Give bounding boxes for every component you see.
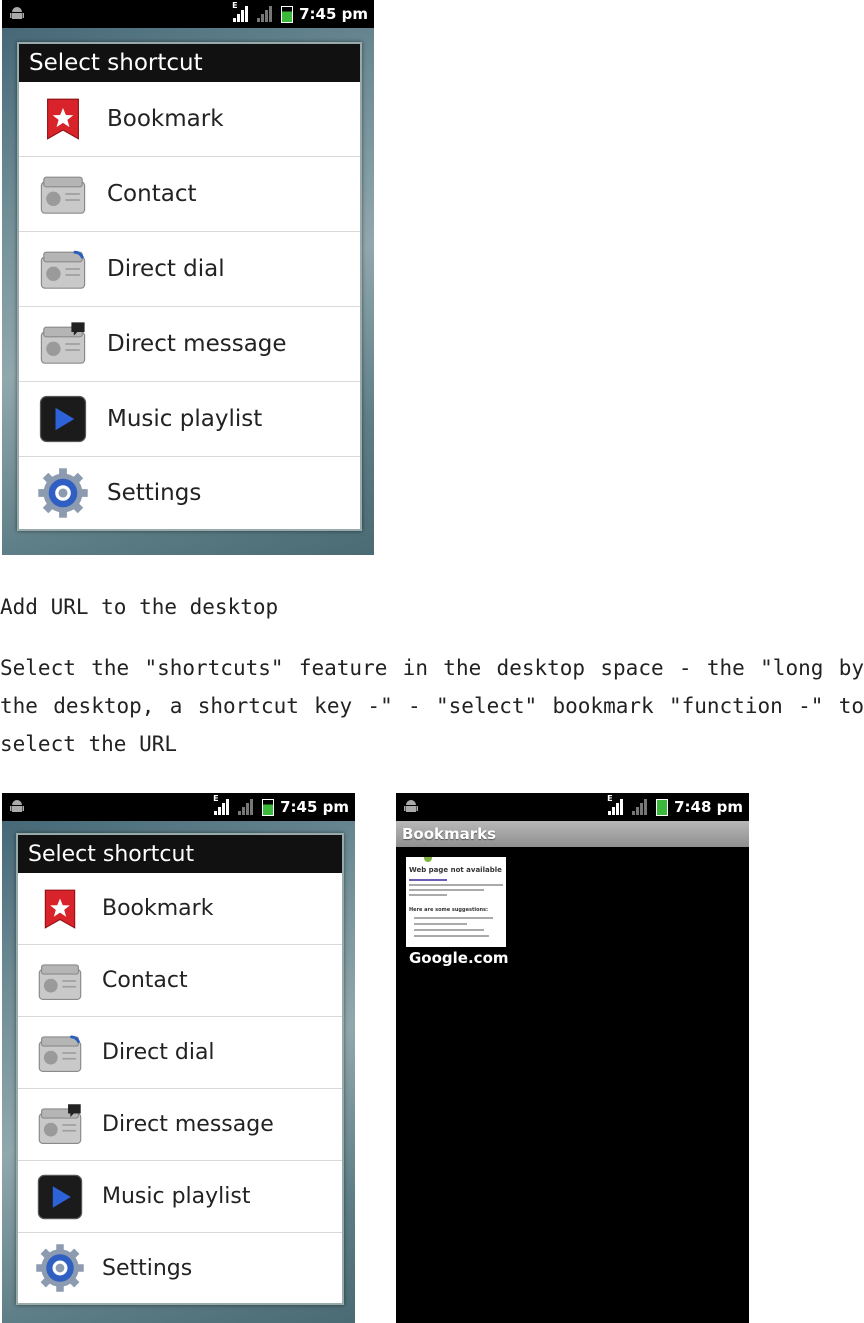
select-shortcut-dialog: Select shortcut Bookmark Contact Direct … [17, 42, 362, 531]
shortcut-item-label: Settings [102, 1255, 193, 1281]
bookmark-icon [44, 889, 76, 928]
shortcut-item-label: Direct message [102, 1112, 274, 1137]
instruction-paragraph: Select the "shortcuts" feature in the de… [0, 656, 864, 756]
shortcut-item-label: Contact [102, 968, 188, 993]
shortcut-item-contact[interactable]: Contact [18, 945, 342, 1017]
shortcut-item-label: Direct dial [102, 1040, 215, 1065]
screenshot-select-shortcut-top: E 7:45 pm Select shortcut Bookmark Conta… [2, 0, 374, 555]
shortcut-item-label: Direct dial [107, 256, 225, 282]
thumbnail-text-lines [409, 879, 503, 899]
shortcut-item-contact[interactable]: Contact [19, 157, 360, 232]
shortcut-item-music-playlist[interactable]: Music playlist [18, 1161, 342, 1233]
battery-icon [281, 5, 294, 23]
shortcut-item-label: Contact [107, 181, 197, 207]
shortcut-item-label: Bookmark [102, 896, 214, 921]
music-playlist-icon [39, 395, 87, 443]
bookmarks-title-bar: Bookmarks [396, 821, 749, 847]
direct-dial-icon [35, 1030, 85, 1076]
direct-dial-icon [37, 245, 89, 293]
contact-icon [38, 963, 82, 1000]
shortcut-item-label: Direct message [107, 331, 287, 357]
status-bar: E 7:48 pm [396, 793, 749, 821]
shortcut-item-direct-message[interactable]: Direct message [18, 1089, 342, 1161]
page-status-icon [424, 857, 432, 862]
shortcut-item-settings[interactable]: Settings [19, 457, 360, 529]
dialog-title: Select shortcut [19, 44, 360, 82]
android-debug-icon [10, 7, 24, 19]
status-time: 7:48 pm [674, 798, 743, 816]
section-heading: Add URL to the desktop [0, 595, 279, 619]
bookmark-icon [47, 98, 79, 140]
direct-message-icon [37, 320, 89, 368]
music-playlist-icon [37, 1174, 83, 1219]
android-debug-icon [404, 800, 418, 812]
signal-secondary-icon [257, 6, 273, 22]
shortcut-item-label: Bookmark [107, 106, 224, 132]
signal-strength-icon: E [213, 794, 230, 815]
bookmark-label[interactable]: Google.com [409, 949, 509, 967]
shortcut-item-bookmark[interactable]: Bookmark [18, 873, 342, 945]
status-time: 7:45 pm [299, 5, 368, 23]
battery-icon [262, 798, 275, 816]
battery-icon [656, 798, 669, 816]
signal-secondary-icon [632, 799, 648, 815]
status-bar: E 7:45 pm [2, 793, 355, 821]
shortcut-item-direct-message[interactable]: Direct message [19, 307, 360, 382]
shortcut-item-label: Settings [107, 480, 202, 506]
thumbnail-bullets [414, 917, 502, 941]
bookmark-thumbnail[interactable]: Web page not available Here are some sug… [406, 857, 506, 947]
status-time: 7:45 pm [280, 798, 349, 816]
android-debug-icon [10, 800, 24, 812]
shortcut-item-label: Music playlist [102, 1184, 251, 1209]
select-shortcut-dialog: Select shortcut Bookmark Contact Direct … [16, 833, 344, 1305]
status-bar: E 7:45 pm [2, 0, 374, 28]
screenshot-bookmarks: E 7:48 pm Bookmarks Web page not availab… [396, 793, 749, 1323]
shortcut-item-label: Music playlist [107, 406, 263, 432]
shortcut-item-bookmark[interactable]: Bookmark [19, 82, 360, 157]
settings-icon [38, 468, 88, 518]
dialog-title: Select shortcut [18, 835, 342, 873]
signal-strength-icon: E [607, 794, 624, 815]
shortcut-item-direct-dial[interactable]: Direct dial [19, 232, 360, 307]
shortcut-item-settings[interactable]: Settings [18, 1233, 342, 1303]
contact-icon [40, 176, 86, 215]
thumbnail-subtitle: Here are some suggestions: [409, 907, 489, 913]
signal-secondary-icon [238, 799, 254, 815]
signal-strength-icon: E [232, 1, 249, 22]
settings-icon [36, 1244, 84, 1292]
shortcut-item-direct-dial[interactable]: Direct dial [18, 1017, 342, 1089]
screenshot-select-shortcut-bottom: E 7:45 pm Select shortcut Bookmark Conta… [2, 793, 355, 1323]
shortcut-item-music-playlist[interactable]: Music playlist [19, 382, 360, 457]
thumbnail-title: Web page not available [409, 866, 502, 874]
direct-message-icon [35, 1102, 85, 1148]
